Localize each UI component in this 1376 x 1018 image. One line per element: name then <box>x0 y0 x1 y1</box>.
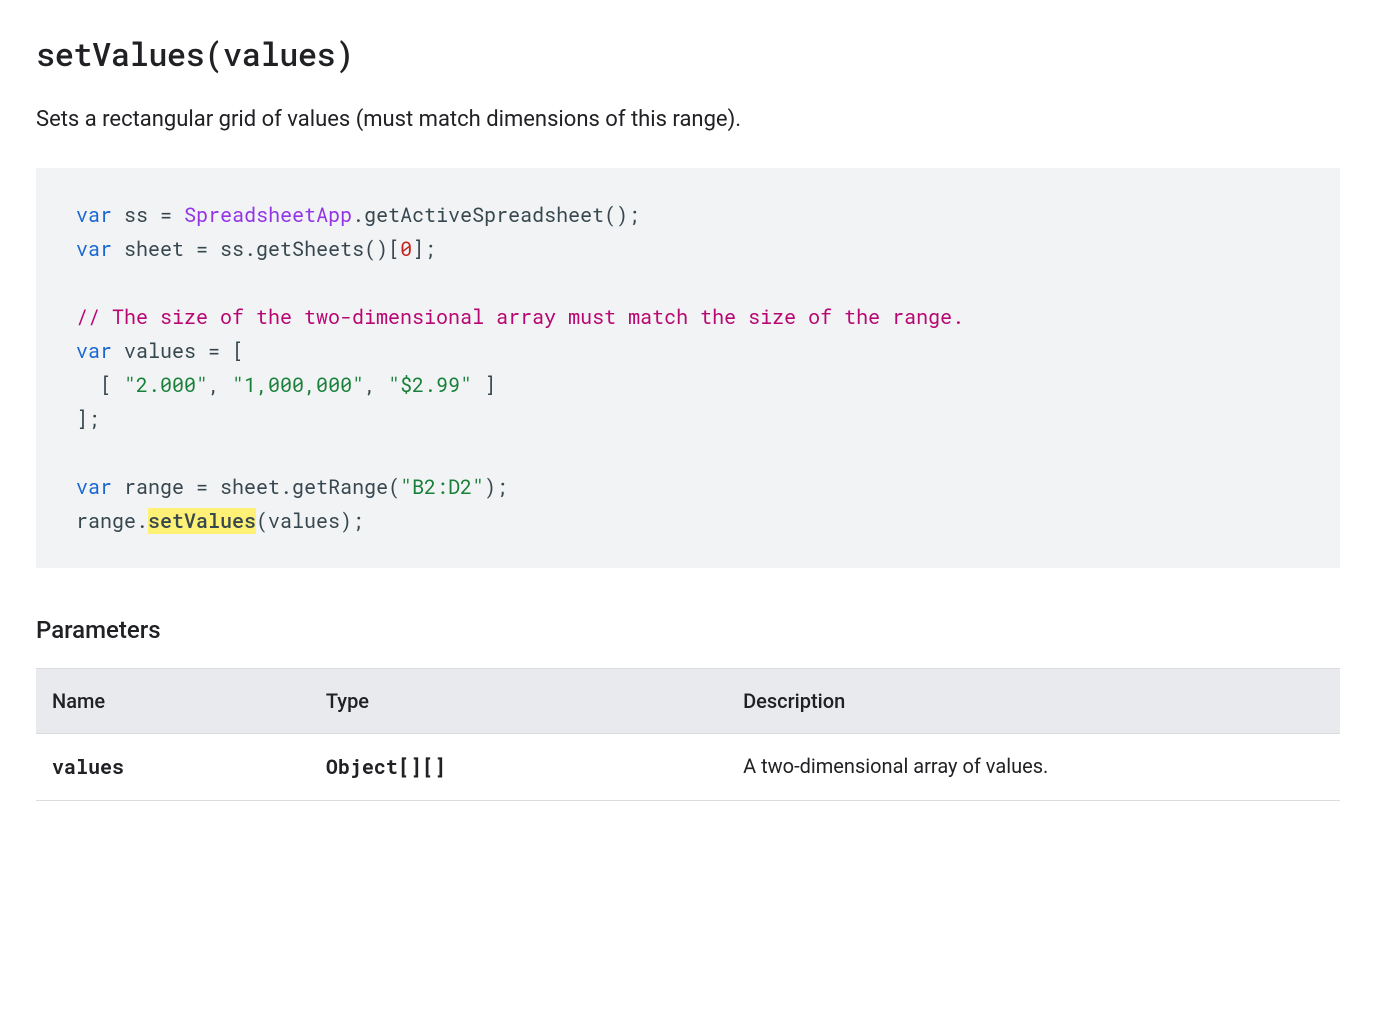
code-type: SpreadsheetApp <box>184 202 352 228</box>
code-string: "B2:D2" <box>400 474 484 500</box>
code-text: [ <box>76 372 124 398</box>
param-name-text: values <box>52 754 124 780</box>
code-text: sheet.getRange( <box>208 474 400 500</box>
code-text: = <box>160 202 172 228</box>
method-signature: setValues(values) <box>36 32 1340 75</box>
code-text: ]; <box>76 406 100 432</box>
code-text: = <box>196 236 208 262</box>
code-text: ); <box>484 474 508 500</box>
code-text: = <box>208 338 220 364</box>
code-text: ]; <box>412 236 436 262</box>
code-number: 0 <box>400 236 412 262</box>
parameters-table: Name Type Description values Object[][] … <box>36 668 1340 801</box>
code-highlight: setValues <box>148 508 256 534</box>
code-keyword: var <box>76 236 112 262</box>
code-text: ss <box>112 202 160 228</box>
code-text: values <box>112 338 208 364</box>
param-name: values <box>36 734 310 801</box>
code-text: , <box>208 372 232 398</box>
header-name: Name <box>36 669 310 734</box>
code-string: "1,000,000" <box>232 372 364 398</box>
param-description: A two-dimensional array of values. <box>727 734 1340 801</box>
method-description: Sets a rectangular grid of values (must … <box>36 103 1340 136</box>
code-string: "$2.99" <box>388 372 472 398</box>
code-text: range. <box>76 508 148 534</box>
param-type-text: Object[][] <box>326 754 446 780</box>
code-text: (values); <box>256 508 364 534</box>
code-keyword: var <box>76 202 112 228</box>
header-description: Description <box>727 669 1340 734</box>
code-comment: // The size of the two-dimensional array… <box>76 304 964 330</box>
code-text: range <box>112 474 196 500</box>
code-text: .getActiveSpreadsheet(); <box>352 202 640 228</box>
code-text: , <box>364 372 388 398</box>
code-keyword: var <box>76 338 112 364</box>
code-text <box>172 202 184 228</box>
code-text: sheet <box>112 236 196 262</box>
code-string: "2.000" <box>124 372 208 398</box>
header-type: Type <box>310 669 727 734</box>
table-row: values Object[][] A two-dimensional arra… <box>36 734 1340 801</box>
code-example: var ss = SpreadsheetApp.getActiveSpreads… <box>36 168 1340 568</box>
code-text: ] <box>472 372 496 398</box>
parameters-heading: Parameters <box>36 616 1340 644</box>
code-keyword: var <box>76 474 112 500</box>
code-text: [ <box>220 338 244 364</box>
param-type: Object[][] <box>310 734 727 801</box>
code-text: = <box>196 474 208 500</box>
code-text: ss.getSheets()[ <box>208 236 400 262</box>
table-header-row: Name Type Description <box>36 669 1340 734</box>
